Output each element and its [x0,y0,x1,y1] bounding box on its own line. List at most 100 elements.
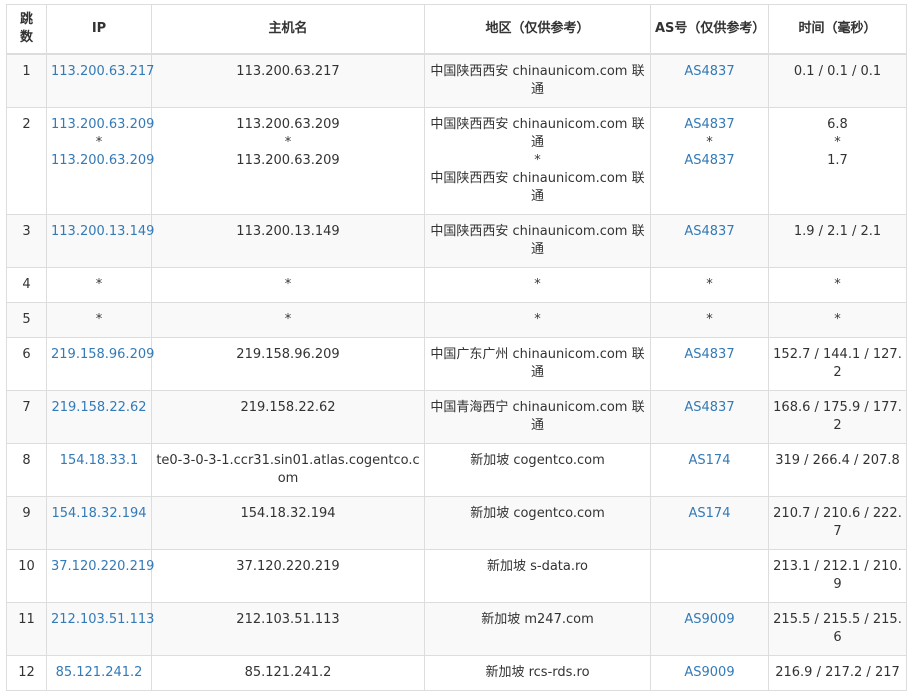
host-cell: te0-3-0-3-1.ccr31.sin01.atlas.cogentco.c… [151,443,425,497]
time-cell: * [768,302,907,338]
ip-cell: 113.200.63.217 [46,53,154,108]
ip-value: * [95,277,103,292]
hop-cell: 4 [6,267,47,303]
host-value: * [284,312,292,327]
host-cell: 154.18.32.194 [151,496,425,550]
as-cell: AS174 [650,496,769,550]
table-row: 3 113.200.13.149 113.200.13.149 中国陕西西安 chin… [6,214,907,268]
host-cell: * [151,302,425,338]
as-link[interactable]: AS174 [655,505,764,523]
table-row: 4 * * * * * [6,267,907,303]
ip-link[interactable]: 219.158.96.209 [51,346,154,364]
host-cell: 219.158.22.62 [151,390,425,444]
ip-cell: 113.200.13.149 [46,214,154,268]
host-value: 219.158.22.62 [240,400,336,415]
host-value: 113.200.63.209 [236,153,340,168]
as-link[interactable]: AS4837 [655,152,764,170]
ip-cell: 37.120.220.219 [46,549,154,603]
as-cell: AS4837 [650,337,769,391]
ip-link[interactable]: 154.18.33.1 [51,452,147,470]
ip-link[interactable]: 212.103.51.113 [51,611,154,629]
time-value: 319 / 266.4 / 207.8 [775,453,900,468]
ip-link[interactable]: 154.18.32.194 [51,505,147,523]
table-row: 11 212.103.51.113 212.103.51.113 新加坡 m247.c… [6,602,907,656]
as-cell: * [650,267,769,303]
time-value: 213.1 / 212.1 / 210.9 [773,559,902,592]
region-cell: 新加坡 cogentco.com [424,443,651,497]
as-link[interactable]: AS174 [655,452,764,470]
ip-cell: 85.121.241.2 [46,655,152,691]
region-value: 新加坡 rcs-rds.ro [485,665,590,680]
ip-link[interactable]: 37.120.220.219 [51,558,154,576]
ip-cell: 219.158.22.62 [46,390,152,444]
time-value: 1.7 [827,153,848,168]
time-value: * [834,312,841,327]
region-value: * [534,153,541,168]
time-cell: 210.7 / 210.6 / 222.7 [768,496,907,550]
host-value: te0-3-0-3-1.ccr31.sin01.atlas.cogentco.c… [156,453,420,486]
region-cell: 中国广东广州 chinaunicom.com 联通 [424,337,651,391]
ip-value: * [95,135,103,150]
region-cell: 新加坡 cogentco.com [424,496,651,550]
region-cell: 新加坡 s-data.ro [424,549,651,603]
region-value: 新加坡 cogentco.com [470,453,605,468]
host-value: 113.200.13.149 [236,224,340,239]
table-row: 9 154.18.32.194 154.18.32.194 新加坡 cogentco.… [6,496,907,550]
table-row: 8 154.18.33.1 te0-3-0-3-1.ccr31.sin01.atla… [6,443,907,497]
hop-cell: 8 [6,443,47,497]
as-cell [650,549,769,603]
as-link[interactable]: AS9009 [655,611,764,629]
table-row: 2 113.200.63.209 * 113.200.63.209 113.200.63… [6,107,907,215]
time-value: 1.9 / 2.1 / 2.1 [793,224,882,239]
as-link[interactable]: AS4837 [655,116,764,134]
as-link[interactable]: AS4837 [655,223,764,241]
time-cell: 6.8 * 1.7 [768,107,907,215]
time-cell: * [768,267,907,303]
time-value: 0.1 / 0.1 / 0.1 [793,64,882,79]
host-value: 219.158.96.209 [236,347,340,362]
hop-cell: 6 [6,337,47,391]
ip-link[interactable]: 113.200.13.149 [51,223,154,241]
hop-cell: 5 [6,302,47,338]
as-link[interactable]: AS4837 [655,346,764,364]
region-cell: * [424,302,651,338]
time-cell: 213.1 / 212.1 / 210.9 [768,549,907,603]
hop-cell: 11 [6,602,47,656]
as-cell: AS9009 [650,655,769,691]
region-cell: 新加坡 rcs-rds.ro [424,655,651,691]
table-row: 12 85.121.241.2 85.121.241.2 新加坡 rcs-rds.ro… [6,655,907,691]
table-row: 6 219.158.96.209 219.158.96.209 中国广东广州 chin… [6,337,907,391]
table-row: 1 113.200.63.217 113.200.63.217 中国陕西西安 chin… [6,53,907,108]
region-value: 新加坡 m247.com [481,612,594,627]
header-ip: IP [46,4,152,55]
as-link[interactable]: AS4837 [655,63,764,81]
ip-link[interactable]: 85.121.241.2 [51,664,147,682]
table-body: 1 113.200.63.217 113.200.63.217 中国陕西西安 chin… [6,53,907,691]
host-value: 113.200.63.209 [236,117,340,132]
as-link[interactable]: AS4837 [655,399,764,417]
host-cell: * [151,267,425,303]
hop-cell: 1 [6,53,47,108]
ip-link[interactable]: 219.158.22.62 [51,399,147,417]
hop-cell: 9 [6,496,47,550]
ip-cell: 212.103.51.113 [46,602,154,656]
ip-link[interactable]: 113.200.63.217 [51,63,154,81]
ip-cell: 154.18.33.1 [46,443,152,497]
region-cell: 中国陕西西安 chinaunicom.com 联通 [424,53,651,108]
as-cell: AS174 [650,443,769,497]
host-value: 37.120.220.219 [236,559,340,574]
as-value: * [706,135,713,150]
as-link[interactable]: AS9009 [655,664,764,682]
ip-cell: * [46,267,152,303]
as-cell: AS4837 [650,214,769,268]
time-value: 6.8 [827,117,848,132]
as-cell: * [650,302,769,338]
ip-link[interactable]: 113.200.63.209 [51,116,154,134]
host-cell: 113.200.63.217 [151,53,425,108]
ip-link[interactable]: 113.200.63.209 [51,152,154,170]
host-cell: 113.200.63.209 * 113.200.63.209 [151,107,425,215]
as-cell: AS9009 [650,602,769,656]
host-value: 113.200.63.217 [236,64,340,79]
as-cell: AS4837 [650,53,769,108]
time-value: 215.5 / 215.5 / 215.6 [773,612,902,645]
